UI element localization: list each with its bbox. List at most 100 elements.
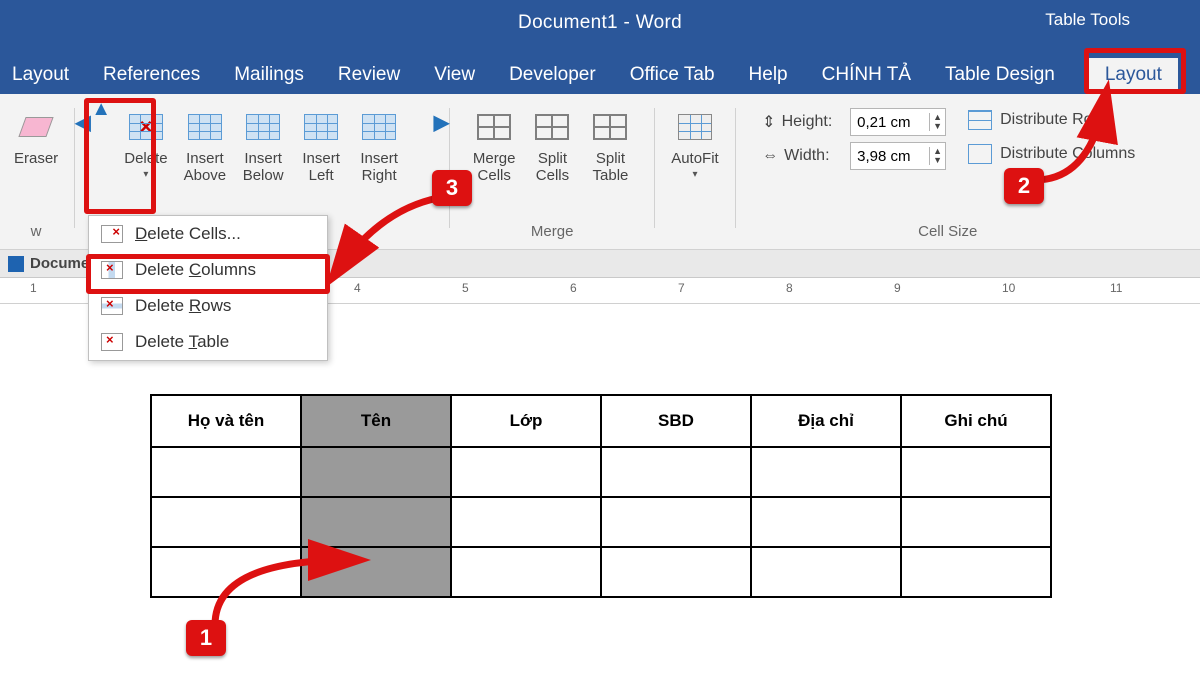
- table-cell[interactable]: [601, 497, 751, 547]
- insert-below-label: Insert Below: [243, 150, 284, 185]
- tab-help[interactable]: Help: [749, 64, 788, 94]
- table-cell[interactable]: [451, 497, 601, 547]
- table-cell[interactable]: [151, 447, 301, 497]
- tab-review[interactable]: Review: [338, 64, 400, 94]
- app-header: Document1 - Word Table Tools Layout Refe…: [0, 0, 1200, 94]
- split-cells-button[interactable]: Split Cells: [525, 104, 579, 189]
- table-header-cell[interactable]: SBD: [601, 395, 751, 447]
- delete-rows-item[interactable]: Delete Rows: [89, 288, 327, 324]
- separator: [735, 108, 736, 228]
- delete-cells-icon: [101, 225, 123, 243]
- table-header-cell[interactable]: Địa chỉ: [751, 395, 901, 447]
- insert-left-icon: ◀: [302, 108, 340, 146]
- distribute-rows-button[interactable]: Distribute Rows: [968, 110, 1135, 130]
- tab-references[interactable]: References: [103, 64, 200, 94]
- merge-cells-button[interactable]: Merge Cells: [467, 104, 522, 189]
- ruler-mark: 11: [1110, 281, 1122, 295]
- context-tab-label: Table Tools: [1045, 10, 1130, 30]
- insert-right-button[interactable]: ▶ Insert Right: [352, 104, 406, 189]
- width-icon: ⇔: [762, 147, 778, 165]
- table-cell[interactable]: [151, 547, 301, 597]
- marker-3: 3: [432, 170, 472, 206]
- merge-cells-icon: [475, 108, 513, 146]
- width-input[interactable]: [851, 146, 929, 167]
- table-header-cell[interactable]: Tên: [301, 395, 451, 447]
- tab-office-tab[interactable]: Office Tab: [630, 64, 715, 94]
- ruler-mark: 10: [1002, 281, 1015, 295]
- table-cell[interactable]: [751, 497, 901, 547]
- table-cell[interactable]: [451, 447, 601, 497]
- table-cell[interactable]: [451, 547, 601, 597]
- eraser-icon: [17, 108, 55, 146]
- height-spinner[interactable]: ▲▼: [850, 108, 946, 136]
- table-cell[interactable]: [301, 497, 451, 547]
- group-merge-label: Merge: [452, 223, 652, 240]
- delete-columns-item[interactable]: Delete Columns: [89, 252, 327, 288]
- autofit-label: AutoFit: [671, 150, 719, 167]
- autofit-button[interactable]: AutoFit ▾: [665, 104, 725, 184]
- spinner-buttons[interactable]: ▲▼: [929, 113, 945, 131]
- insert-above-button[interactable]: ▲ Insert Above: [178, 104, 233, 189]
- insert-left-label: Insert Left: [302, 150, 340, 185]
- insert-below-button[interactable]: ▼ Insert Below: [236, 104, 290, 189]
- delete-table-item[interactable]: Delete Table: [89, 324, 327, 360]
- split-table-label: Split Table: [593, 150, 629, 185]
- chevron-down-icon: ▾: [692, 169, 697, 180]
- split-cells-icon: [533, 108, 571, 146]
- autofit-icon: [676, 108, 714, 146]
- tab-developer[interactable]: Developer: [509, 64, 596, 94]
- tab-layout-page[interactable]: Layout: [12, 64, 69, 94]
- chevron-down-icon: ▾: [143, 169, 148, 180]
- height-input[interactable]: [851, 112, 929, 133]
- group-cell-size: ⇕Height: ▲▼ ⇔Width: ▲▼ Distribute Rows D…: [738, 102, 1158, 242]
- distribute-rows-icon: [968, 110, 992, 130]
- table-cell[interactable]: [601, 547, 751, 597]
- table-cell[interactable]: [901, 447, 1051, 497]
- insert-left-button[interactable]: ◀ Insert Left: [294, 104, 348, 189]
- table-cell[interactable]: [301, 447, 451, 497]
- group-merge: Merge Cells Split Cells Split Table Merg…: [452, 102, 652, 242]
- marker-2: 2: [1004, 168, 1044, 204]
- tab-mailings[interactable]: Mailings: [234, 64, 304, 94]
- ruler-mark: 9: [894, 281, 901, 295]
- delete-cells-item[interactable]: Delete Cells...: [89, 216, 327, 252]
- tab-table-design[interactable]: Table Design: [945, 64, 1055, 94]
- eraser-button[interactable]: Eraser: [8, 104, 64, 171]
- delete-icon: ×: [127, 108, 165, 146]
- marker-1: 1: [186, 620, 226, 656]
- cell-size-inputs: ⇕Height: ▲▼ ⇔Width: ▲▼: [754, 104, 954, 170]
- table-cell[interactable]: [751, 447, 901, 497]
- table-header-cell[interactable]: Họ và tên: [151, 395, 301, 447]
- table-cell[interactable]: [301, 547, 451, 597]
- split-table-button[interactable]: Split Table: [583, 104, 637, 189]
- tab-table-layout[interactable]: Layout: [1089, 58, 1178, 94]
- group-cellsize-label: Cell Size: [738, 223, 1158, 240]
- delete-dropdown-menu: Delete Cells... Delete Columns Delete Ro…: [88, 215, 328, 361]
- tab-chinh-ta[interactable]: CHÍNH TẢ: [822, 64, 911, 94]
- table-header-cell[interactable]: Lớp: [451, 395, 601, 447]
- ruler-mark: 8: [786, 281, 793, 295]
- width-spinner[interactable]: ▲▼: [850, 142, 946, 170]
- height-label: Height:: [782, 113, 833, 131]
- insert-right-icon: ▶: [360, 108, 398, 146]
- delete-button[interactable]: × Delete ▾: [118, 104, 173, 184]
- distribute-rows-label: Distribute Rows: [1000, 111, 1112, 129]
- distribute-cols-button[interactable]: Distribute Columns: [968, 144, 1135, 164]
- ruler-mark: 5: [462, 281, 469, 295]
- table-cell[interactable]: [601, 447, 751, 497]
- ruler-mark: 4: [354, 281, 361, 295]
- data-table[interactable]: Họ và tênTênLớpSBDĐịa chỉGhi chú: [150, 394, 1052, 598]
- ruler-mark: 1: [30, 281, 37, 295]
- table-cell[interactable]: [751, 547, 901, 597]
- distribute-cols-icon: [968, 144, 992, 164]
- table-cell[interactable]: [151, 497, 301, 547]
- tab-view[interactable]: View: [434, 64, 475, 94]
- insert-right-label: Insert Right: [360, 150, 398, 185]
- table-cell[interactable]: [901, 547, 1051, 597]
- ruler-mark: 7: [678, 281, 685, 295]
- group-draw-label: w: [0, 223, 72, 240]
- spinner-buttons[interactable]: ▲▼: [929, 147, 945, 165]
- table-cell[interactable]: [901, 497, 1051, 547]
- ruler-mark: 6: [570, 281, 577, 295]
- table-header-cell[interactable]: Ghi chú: [901, 395, 1051, 447]
